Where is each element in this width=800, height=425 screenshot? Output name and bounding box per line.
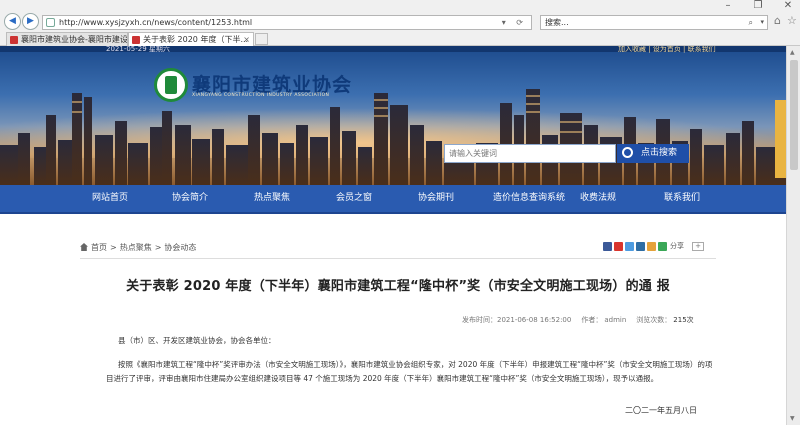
star-icon[interactable]: ☆ [787, 14, 797, 27]
address-bar[interactable]: http://www.xysjzyxh.cn/news/content/1253… [42, 15, 532, 30]
maximize-icon[interactable]: ❐ [750, 0, 766, 11]
tab-home[interactable]: 襄阳市建筑业协会-襄阳市建设... [6, 32, 128, 46]
tab-label: 关于表彰 2020 年度（下半... [143, 35, 249, 44]
author-label: 作者： [581, 316, 603, 324]
close-icon[interactable]: ✕ [780, 0, 796, 11]
nav-item-about[interactable]: 协会简介 [152, 185, 228, 212]
browser-search-text: 搜索... [545, 18, 569, 27]
tab-favicon-icon [10, 36, 18, 44]
main-nav: 网站首页 协会简介 热点聚焦 会员之窗 协会期刊 造价信息查询系统 收费法规 联… [0, 185, 786, 214]
article-date: 二〇二一年五月八日 [625, 406, 697, 415]
article-meta: 发布时间：2021-06-08 16:52:00 作者： admin 浏览次数： 215… [462, 315, 704, 325]
tencent-icon[interactable] [636, 241, 645, 251]
tab-article[interactable]: 关于表彰 2020 年度（下半... × [128, 32, 254, 46]
breadcrumb-sep: > [110, 243, 117, 252]
site-search-input[interactable]: 请输入关键词 [444, 144, 616, 163]
qzone-icon[interactable] [625, 241, 634, 251]
share-more-button[interactable]: + [692, 241, 704, 251]
header-date: 2021-05-29 星期六 [106, 46, 170, 53]
view-count: 215次 [673, 316, 694, 324]
breadcrumb-home[interactable]: 首页 [91, 243, 107, 252]
browser-chrome: – ❐ ✕ ◀ ▶ http://www.xysjzyxh.cn/news/co… [0, 0, 800, 46]
top-strip: 2021-05-29 星期六 加入收藏 | 设为首页 | 联系我们 [0, 46, 786, 54]
nav-item-members[interactable]: 会员之窗 [316, 185, 392, 212]
forward-icon[interactable]: ▶ [22, 13, 39, 30]
nav-item-fees[interactable]: 收费法规 [556, 185, 640, 212]
search-icon [622, 147, 633, 158]
facebook-icon[interactable] [603, 241, 612, 251]
browser-search-input[interactable]: 搜索... ⌕ ▾ [540, 15, 768, 30]
nav-item-hot[interactable]: 热点聚焦 [234, 185, 310, 212]
share-label: 分享 [670, 242, 684, 250]
breadcrumb-hot[interactable]: 热点聚焦 [120, 243, 152, 252]
breadcrumb: 首页 > 热点聚焦 > 协会动态 [80, 242, 199, 253]
weibo-icon[interactable] [614, 241, 623, 251]
article-title: 关于表彰 2020 年度（下半年）襄阳市建筑工程“隆中杯”奖（市安全文明施工现场… [126, 279, 670, 294]
wechat-icon[interactable] [658, 241, 667, 251]
nav-item-home[interactable]: 网站首页 [72, 185, 148, 212]
share-bar: 分享 + [603, 241, 704, 251]
nav-item-contact[interactable]: 联系我们 [640, 185, 724, 212]
tab-label: 襄阳市建筑业协会-襄阳市建设... [21, 35, 128, 44]
vertical-scrollbar[interactable]: ▲ ▼ [786, 46, 800, 425]
minimize-icon[interactable]: – [720, 0, 736, 11]
views-label: 浏览次数： [636, 316, 672, 324]
author-name: admin [604, 316, 627, 324]
site-subtitle: XIANGYANG CONSTRUCTION INDUSTRY ASSOCIAT… [192, 93, 330, 98]
renren-icon[interactable] [647, 241, 656, 251]
close-tab-icon[interactable]: × [243, 33, 250, 46]
divider [80, 258, 716, 259]
window-controls: – ❐ ✕ [720, 0, 796, 11]
new-tab-button[interactable] [255, 33, 268, 45]
article-salutation: 县（市）区、开发区建筑业协会，协会各单位： [118, 336, 276, 345]
home-icon[interactable]: ⌂ [774, 14, 781, 27]
header-top-links[interactable]: 加入收藏 | 设为首页 | 联系我们 [618, 46, 716, 54]
tab-strip: 襄阳市建筑业协会-襄阳市建设... 关于表彰 2020 年度（下半... × [0, 31, 800, 46]
city-skyline-image [0, 89, 786, 185]
scroll-down-icon[interactable]: ▼ [790, 415, 795, 422]
publish-time: 发布时间：2021-06-08 16:52:00 [462, 316, 572, 324]
search-icon[interactable]: ⌕ [749, 16, 753, 29]
site-search-button-label: 点击搜索 [641, 148, 678, 158]
home-icon [80, 243, 88, 251]
chevron-down-icon[interactable]: ▾ [760, 16, 764, 29]
address-url: http://www.xysjzyxh.cn/news/content/1253… [59, 18, 253, 27]
site-banner: 2021-05-29 星期六 加入收藏 | 设为首页 | 联系我们 襄阳市建筑业… [0, 46, 786, 185]
tab-favicon-icon [132, 36, 140, 44]
back-icon[interactable]: ◀ [4, 13, 21, 30]
nav-item-journal[interactable]: 协会期刊 [396, 185, 476, 212]
site-search-button[interactable]: 点击搜索 [617, 144, 689, 163]
refresh-icon[interactable]: ▾ ⟳ [502, 16, 527, 29]
scrollbar-thumb[interactable] [790, 60, 798, 170]
breadcrumb-sep: > [154, 243, 162, 252]
browser-navbar: ◀ ▶ http://www.xysjzyxh.cn/news/content/… [0, 12, 800, 32]
breadcrumb-news[interactable]: 协会动态 [164, 243, 196, 252]
side-float-tab[interactable] [775, 100, 786, 178]
article-body: 按照《襄阳市建筑工程“隆中杯”奖评审办法（市安全文明施工现场）》，襄阳市建筑业协… [106, 360, 713, 383]
site-favicon-icon [46, 18, 55, 27]
scroll-up-icon[interactable]: ▲ [790, 49, 795, 56]
association-logo [154, 68, 188, 102]
